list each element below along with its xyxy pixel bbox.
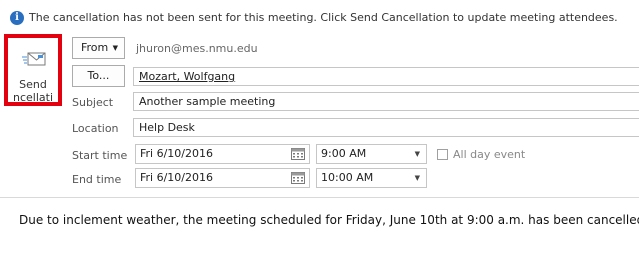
calendar-icon[interactable] (291, 148, 305, 160)
start-date-value: Fri 6/10/2016 (140, 147, 214, 160)
end-date-picker[interactable]: Fri 6/10/2016 (135, 168, 310, 188)
start-date-picker[interactable]: Fri 6/10/2016 (135, 144, 310, 164)
chevron-down-icon: ▼ (112, 44, 118, 52)
location-field[interactable]: Help Desk (133, 118, 639, 137)
from-button[interactable]: From ▼ (72, 37, 125, 59)
send-cancellation-label: Send ncellati (12, 78, 53, 104)
chevron-down-icon: ▼ (414, 174, 420, 182)
all-day-checkbox[interactable] (437, 149, 448, 160)
from-address: jhuron@mes.nmu.edu (136, 42, 258, 55)
subject-label: Subject (72, 96, 114, 109)
start-time-label: Start time (72, 149, 128, 162)
to-button[interactable]: To... (72, 65, 125, 87)
send-cancellation-button[interactable]: Send ncellati (4, 34, 62, 106)
from-button-label: From (81, 41, 109, 54)
start-time-value: 9:00 AM (321, 147, 367, 160)
attendee-name[interactable]: Mozart, Wolfgang (139, 70, 235, 83)
end-date-value: Fri 6/10/2016 (140, 171, 214, 184)
body-text: Due to inclement weather, the meeting sc… (19, 213, 639, 227)
message-body-text[interactable]: Due to inclement weather, the meeting sc… (19, 212, 639, 227)
info-message: The cancellation has not been sent for t… (29, 11, 618, 24)
subject-field[interactable]: Another sample meeting (133, 92, 639, 111)
send-envelope-icon (22, 52, 46, 66)
end-time-value: 10:00 AM (321, 171, 374, 184)
end-time-label: End time (72, 173, 122, 186)
chevron-down-icon: ▼ (414, 150, 420, 158)
location-label: Location (72, 122, 119, 135)
start-time-dropdown[interactable]: 9:00 AM ▼ (316, 144, 427, 164)
info-bar: i The cancellation has not been sent for… (0, 0, 639, 36)
to-field[interactable]: Mozart, Wolfgang (133, 67, 639, 86)
info-icon: i (10, 11, 24, 25)
calendar-icon[interactable] (291, 172, 305, 184)
end-time-dropdown[interactable]: 10:00 AM ▼ (316, 168, 427, 188)
message-body[interactable] (0, 198, 639, 275)
all-day-label: All day event (453, 148, 526, 161)
